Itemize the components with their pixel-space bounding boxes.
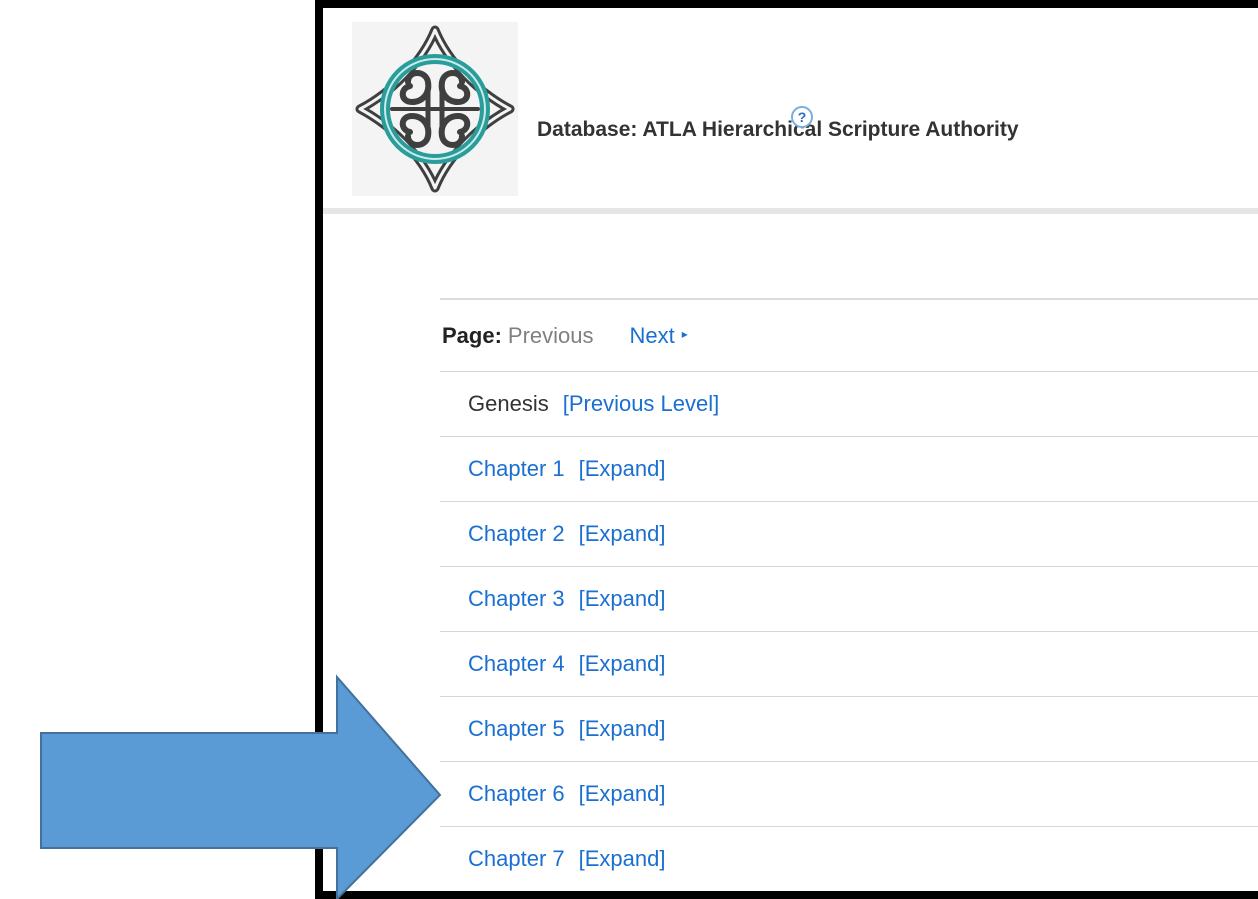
expand-link[interactable]: [Expand]: [579, 846, 666, 872]
browser-frame: Database: ATLA Hierarchical Scripture Au…: [315, 0, 1258, 899]
parent-level-row: Genesis [Previous Level]: [440, 372, 1258, 437]
previous-page-disabled: Previous: [507, 322, 594, 348]
next-arrow-icon[interactable]: ▸: [682, 327, 688, 341]
term-link[interactable]: Chapter 1: [468, 456, 565, 482]
term-link[interactable]: Chapter 3: [468, 586, 565, 612]
help-icon[interactable]: ?: [791, 106, 813, 128]
expand-link[interactable]: [Expand]: [579, 781, 666, 807]
expand-link[interactable]: [Expand]: [579, 586, 666, 612]
expand-link[interactable]: [Expand]: [579, 456, 666, 482]
list-item: Chapter 1 [Expand]: [440, 437, 1258, 502]
previous-level-link[interactable]: [Previous Level]: [563, 391, 720, 417]
term-link[interactable]: Chapter 7: [468, 846, 565, 872]
term-link[interactable]: Chapter 5: [468, 716, 565, 742]
atla-logo: [352, 22, 518, 196]
celtic-knot-icon: [355, 25, 515, 193]
hierarchy-browser: Page: Previous Next ▸ Genesis [Previous …: [440, 298, 1258, 891]
header-divider: [323, 208, 1258, 214]
term-link[interactable]: Chapter 4: [468, 651, 565, 677]
parent-term: Genesis: [468, 391, 549, 416]
page-label: Page:: [442, 322, 502, 348]
screenshot-stage: Database: ATLA Hierarchical Scripture Au…: [0, 0, 1258, 899]
expand-link[interactable]: [Expand]: [579, 716, 666, 742]
next-page-link[interactable]: Next: [630, 323, 675, 349]
list-item: Chapter 5 [Expand]: [440, 697, 1258, 762]
list-item: Chapter 3 [Expand]: [440, 567, 1258, 632]
term-link[interactable]: Chapter 6: [468, 781, 565, 807]
list-item: Chapter 4 [Expand]: [440, 632, 1258, 697]
list-item: Chapter 2 [Expand]: [440, 502, 1258, 567]
list-item: Chapter 7 [Expand]: [440, 827, 1258, 891]
term-link[interactable]: Chapter 2: [468, 521, 565, 547]
expand-link[interactable]: [Expand]: [579, 521, 666, 547]
list-item: Chapter 6 [Expand]: [440, 762, 1258, 827]
expand-link[interactable]: [Expand]: [579, 651, 666, 677]
database-title: Database: ATLA Hierarchical Scripture Au…: [537, 118, 1019, 141]
pagination-bar: Page: Previous Next ▸: [440, 300, 1258, 372]
database-header: Database: ATLA Hierarchical Scripture Au…: [323, 8, 1258, 208]
